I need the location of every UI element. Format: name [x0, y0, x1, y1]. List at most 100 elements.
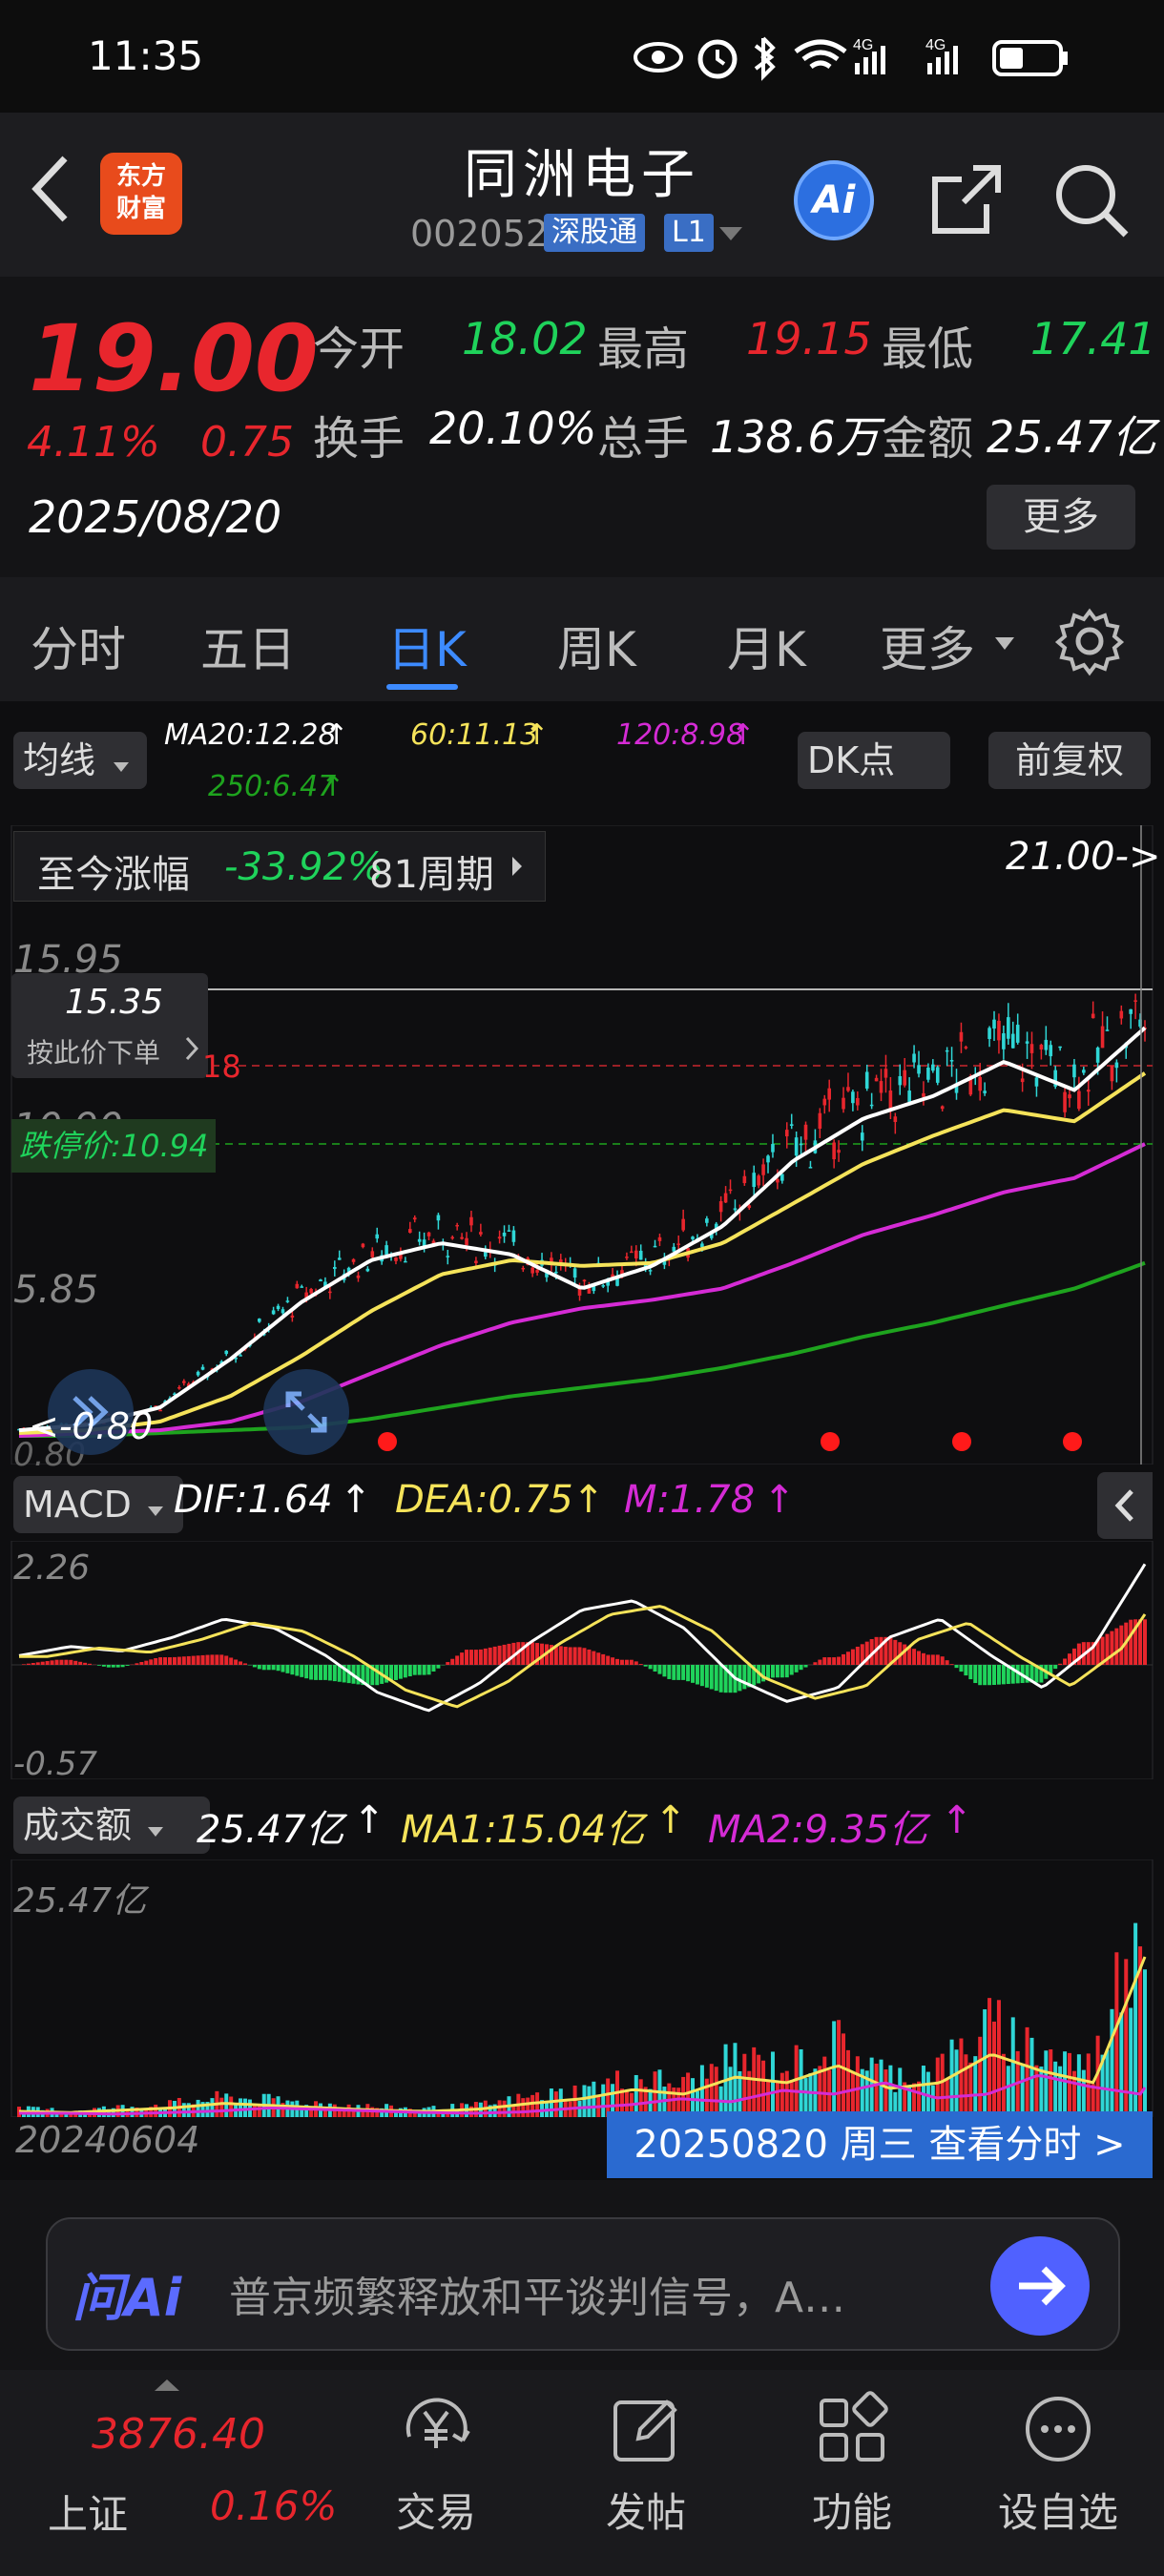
candle-body: [723, 1193, 728, 1203]
volume-bar: [1010, 2017, 1015, 2117]
badge-connect: 深股通: [544, 214, 645, 252]
candle-body: [949, 1060, 954, 1062]
candle-body: [332, 1266, 337, 1270]
arrow-up-icon: ↑: [525, 718, 550, 752]
macd-bar: [375, 1665, 380, 1686]
macd-bar: [818, 1659, 822, 1665]
nav-post[interactable]: 发帖: [565, 2389, 727, 2539]
tab-more[interactable]: 更多: [880, 612, 975, 680]
volume-chart[interactable]: [0, 1859, 1164, 2117]
volume-bar: [883, 2069, 888, 2117]
tab-intraday[interactable]: 分时: [31, 612, 126, 680]
macd-bar: [200, 1654, 205, 1665]
macd-bar: [822, 1657, 827, 1665]
candle-body: [319, 1279, 322, 1282]
macd-bar: [945, 1660, 949, 1665]
macd-bar: [681, 1665, 686, 1680]
candle-body: [931, 1064, 935, 1071]
collapse-button[interactable]: [1097, 1472, 1153, 1539]
macd-bar: [314, 1665, 319, 1680]
macd-bar: [611, 1657, 615, 1665]
macd-dea: DEA:0.75: [395, 1478, 573, 1522]
macd-chart[interactable]: [0, 1541, 1164, 1779]
signal-dot: [952, 1432, 971, 1451]
volume-bar: [1143, 1969, 1147, 2117]
caret-down-icon[interactable]: [717, 225, 744, 244]
candle-body: [1110, 1065, 1114, 1082]
macd-bar: [775, 1665, 779, 1678]
ask-ai-submit-button[interactable]: [990, 2236, 1090, 2336]
volume-bar: [210, 2098, 215, 2117]
range-change-box[interactable]: 至今涨幅 -33.92% 81周期: [13, 831, 546, 902]
candle-body: [879, 1081, 883, 1093]
macd-bar: [59, 1659, 64, 1665]
caret-down-icon: [995, 637, 1014, 650]
crosshair-price-box[interactable]: 15.35 按此价下单: [11, 973, 208, 1078]
nav-trade-label: 交易: [395, 2489, 476, 2536]
volume-bar: [709, 2064, 714, 2117]
tab-monthly-k[interactable]: 月K: [727, 612, 806, 680]
candle-body: [997, 1020, 1001, 1041]
macd-bar: [587, 1649, 592, 1665]
volume-bar: [855, 2056, 860, 2117]
candle-body: [733, 1208, 738, 1211]
candle-body: [417, 1238, 422, 1242]
macd-bar: [239, 1661, 243, 1665]
tab-daily-k[interactable]: 日K: [387, 612, 467, 680]
macd-bar: [332, 1665, 337, 1682]
candle-body: [455, 1224, 459, 1227]
last-price: 19.00: [29, 305, 319, 412]
candle-body: [224, 1350, 229, 1355]
fullscreen-button[interactable]: [263, 1369, 349, 1455]
candle-body: [450, 1236, 455, 1239]
macd-bar: [31, 1663, 35, 1665]
macd-bar: [832, 1657, 837, 1665]
index-name[interactable]: 上证: [48, 2483, 128, 2541]
volume-bar: [935, 2057, 940, 2117]
macd-bar: [925, 1654, 930, 1665]
caret-down-icon: [148, 1506, 164, 1516]
macd-bar: [455, 1655, 460, 1665]
tab-weekly-k[interactable]: 周K: [557, 612, 636, 680]
candle-body: [893, 1116, 898, 1122]
macd-bar: [657, 1665, 662, 1674]
quote-more-button[interactable]: 更多: [987, 485, 1135, 550]
candle-body: [483, 1252, 488, 1257]
volume-selector[interactable]: 成交额: [13, 1797, 210, 1854]
volume-bar: [964, 2054, 968, 2117]
dk-point-button[interactable]: DK点: [798, 732, 950, 789]
nav-trade[interactable]: 交易: [355, 2389, 517, 2539]
macd-bar: [850, 1649, 855, 1665]
macd-bar: [242, 1663, 247, 1665]
candle-body: [780, 1174, 784, 1181]
candle-body: [177, 1386, 181, 1389]
search-icon[interactable]: [1050, 158, 1132, 240]
share-icon[interactable]: [925, 158, 1008, 240]
ma-selector[interactable]: 均线: [13, 732, 147, 789]
candle-body: [460, 1236, 464, 1239]
ma250-label: 250:6.47: [208, 770, 337, 803]
chevron-left-icon: [1114, 1489, 1133, 1522]
macd-bar: [135, 1663, 139, 1665]
index-value[interactable]: 3876.40: [92, 2410, 265, 2459]
volume-bar: [239, 2098, 243, 2117]
adjust-button[interactable]: 前复权: [988, 732, 1151, 789]
ask-ai-bar[interactable]: 问Ai 普京频繁释放和平谈判信号，A…: [46, 2217, 1120, 2351]
candle-body: [700, 1243, 704, 1248]
stock-header: 东方 财富 同洲电子 002052 深股通 L1 Ai: [0, 113, 1164, 277]
macd-bar: [181, 1656, 186, 1665]
macd-selector[interactable]: MACD: [13, 1476, 183, 1533]
gear-icon[interactable]: [1054, 606, 1125, 676]
tab-five-day[interactable]: 五日: [200, 612, 296, 680]
candle-body: [672, 1246, 676, 1252]
nav-add-watchlist[interactable]: 设自选: [977, 2389, 1139, 2539]
candle-body: [837, 1150, 841, 1153]
ask-ai-prompt[interactable]: 普京频繁释放和平谈判信号，A…: [229, 2263, 845, 2324]
view-intraday-button[interactable]: 20250820 周三 查看分时 >: [607, 2111, 1153, 2178]
macd-bar: [224, 1655, 229, 1665]
nav-functions[interactable]: 功能: [771, 2389, 933, 2539]
macd-bar: [318, 1665, 322, 1680]
volume-bar: [761, 2060, 766, 2117]
candle-body: [474, 1260, 478, 1263]
ai-button[interactable]: Ai: [794, 160, 874, 240]
